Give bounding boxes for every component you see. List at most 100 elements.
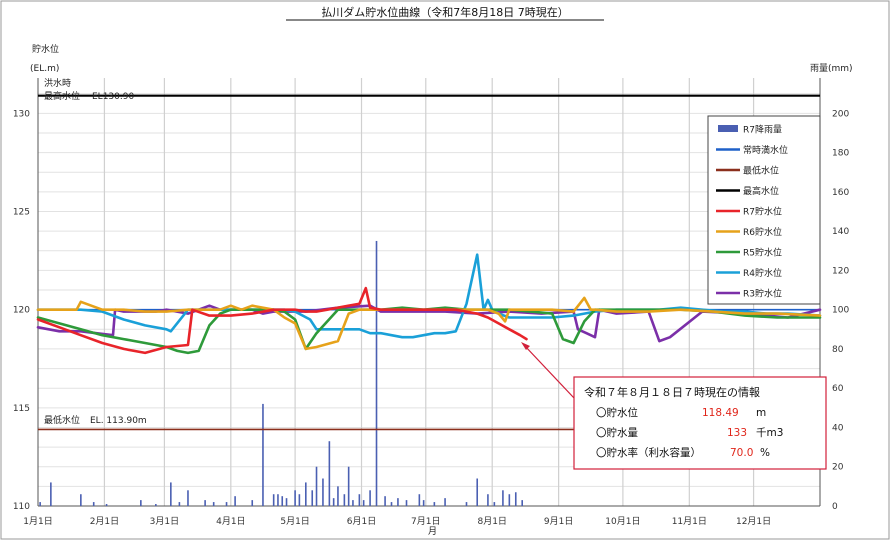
legend-label: R6貯水位	[743, 226, 782, 238]
y-right-tick-label: 120	[832, 266, 849, 276]
legend-label: R5貯水位	[743, 247, 782, 259]
rainfall-bar	[347, 466, 350, 506]
reservoir-level-chart: 払川ダム貯水位曲線（令和7年8月18日 7時現在） 貯水位 (EL.m) 雨量(…	[0, 0, 890, 540]
rainfall-bar	[362, 500, 365, 506]
rainfall-bar	[294, 490, 296, 506]
rainfall-bar	[328, 441, 331, 506]
x-tick-label: 2月1日	[90, 516, 119, 527]
flood-note-value: EL130.90	[92, 92, 134, 102]
y-left-tick-label: 110	[13, 502, 30, 512]
info-ratio-unit: %	[760, 447, 770, 459]
rainfall-bar	[298, 494, 301, 506]
rainfall-bar	[225, 502, 228, 506]
x-tick-label: 10月1日	[605, 516, 640, 527]
y-right-tick-label: 100	[832, 306, 849, 316]
x-tick-label: 5月1日	[280, 516, 309, 527]
legend-label: 最高水位	[743, 185, 779, 197]
y-right-tick-label: 140	[832, 227, 849, 237]
flood-note-line1: 洪水時	[44, 77, 71, 89]
info-level-label: 〇貯水位	[596, 406, 638, 419]
y-right-tick-label: 80	[832, 345, 844, 355]
rainfall-bar	[397, 498, 399, 506]
rainfall-bar	[315, 466, 318, 506]
legend-label: R3貯水位	[743, 288, 782, 300]
rainfall-bar	[390, 502, 393, 506]
min-level-note-label: 最低水位	[44, 414, 80, 426]
rainfall-bar	[502, 490, 504, 506]
y-right-label: 雨量(mm)	[810, 63, 853, 74]
rainfall-bar	[92, 502, 95, 506]
rainfall-bar	[234, 496, 236, 506]
rainfall-bar	[311, 490, 314, 506]
y-left-tick-label: 125	[13, 208, 30, 218]
rainfall-bar	[405, 500, 408, 506]
y-left-unit: (EL.m)	[30, 64, 59, 74]
legend-label: R7貯水位	[743, 206, 782, 218]
legend-label: R7降雨量	[743, 124, 782, 136]
rainfall-bar	[433, 502, 436, 506]
rainfall-bar	[418, 494, 421, 506]
rainfall-bar	[204, 500, 206, 506]
rainfall-bar	[170, 482, 172, 506]
legend-label: R4貯水位	[743, 267, 782, 279]
rainfall-bar	[375, 240, 378, 506]
info-level-unit: m	[756, 407, 766, 419]
flood-note-line2: 最高水位	[44, 90, 80, 102]
rainfall-bar	[155, 504, 157, 506]
rainfall-bar	[251, 500, 254, 506]
rainfall-bar	[80, 494, 82, 506]
info-level-value: 118.49	[702, 407, 739, 419]
legend: R7降雨量常時満水位最低水位最高水位 R7貯水位 R6貯水位 R5貯水位 R4貯水位 R3…	[707, 115, 821, 305]
rainfall-bar	[465, 502, 468, 506]
y-right-tick-label: 0	[832, 502, 838, 512]
rainfall-bar	[285, 498, 288, 506]
rainfall-bar	[272, 494, 275, 506]
x-tick-label: 3月1日	[150, 516, 179, 527]
rainfall-bar	[337, 486, 339, 506]
y-right-tick-label: 40	[832, 423, 844, 433]
rainfall-bar	[262, 403, 264, 506]
rainfall-bar	[352, 500, 354, 506]
rainfall-bar	[514, 492, 517, 506]
rainfall-bar	[212, 502, 215, 506]
rainfall-bar	[332, 498, 335, 506]
x-tick-label: 11月1日	[672, 516, 707, 527]
min-level-note-value: EL. 113.90m	[90, 416, 147, 426]
y-right-tick-label: 180	[832, 149, 849, 159]
rainfall-bar	[281, 496, 284, 506]
rainfall-bar	[508, 494, 511, 506]
x-tick-label: 6月1日	[347, 516, 376, 527]
rainfall-bar	[343, 494, 346, 506]
y-left-tick-label: 120	[13, 306, 30, 316]
chart-title: 払川ダム貯水位曲線（令和7年8月18日 7時現在）	[321, 5, 569, 19]
rainfall-bar	[493, 502, 496, 506]
y-right-tick-label: 20	[832, 463, 844, 473]
chart-stage: 払川ダム貯水位曲線（令和7年8月18日 7時現在） 貯水位 (EL.m) 雨量(…	[0, 0, 890, 540]
y-right-tick-label: 200	[832, 109, 849, 119]
y-right-tick-label: 160	[832, 188, 849, 198]
info-volume-value: 133	[727, 427, 747, 439]
x-tick-label: 4月1日	[216, 516, 245, 527]
rainfall-bar	[187, 490, 189, 506]
y-left-tick-label: 115	[13, 404, 30, 414]
info-title: 令和７年８月１８日７時現在の情報	[584, 385, 760, 399]
x-tick-label: 12月1日	[736, 516, 771, 527]
rainfall-bar	[422, 500, 425, 506]
x-tick-label: 9月1日	[544, 516, 573, 527]
rainfall-bar	[487, 494, 489, 506]
rainfall-bar	[384, 496, 386, 506]
rainfall-bar	[39, 502, 41, 506]
rainfall-bar	[140, 500, 142, 506]
rainfall-bar	[178, 502, 181, 506]
rainfall-bar	[444, 498, 446, 506]
y-right-tick-label: 60	[832, 384, 844, 394]
x-tick-label: 8月1日	[477, 516, 506, 527]
rainfall-bar	[50, 482, 52, 506]
rainfall-bar	[277, 494, 279, 506]
y-left-label: 貯水位	[32, 43, 59, 55]
y-left-tick-label: 130	[13, 109, 30, 119]
legend-label: 常時満水位	[743, 144, 788, 156]
x-axis-label: 月	[428, 526, 437, 537]
rainfall-bar	[358, 494, 361, 506]
legend-swatch-bar	[718, 125, 738, 132]
